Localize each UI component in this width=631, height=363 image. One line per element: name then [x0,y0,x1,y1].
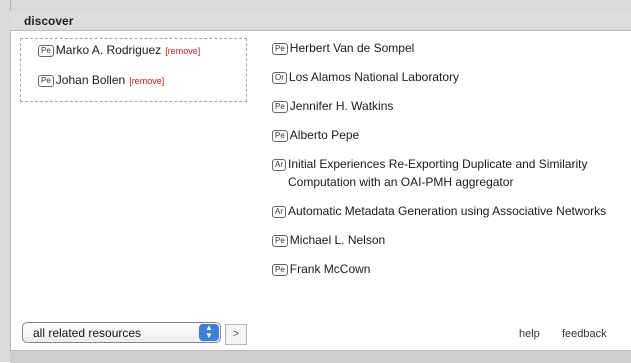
list-item[interactable]: Pe Herbert Van de Sompel [272,39,622,57]
footer-strip [10,350,631,363]
feedback-link[interactable]: feedback [562,328,607,340]
selected-item-label[interactable]: Johan Bollen [56,73,125,87]
panel-title: discover [24,14,74,28]
list-item[interactable]: Pe Michael L. Nelson [272,231,622,249]
list-item[interactable]: Pe Frank McCown [272,260,622,278]
selected-resources-box: Pe Marko A. Rodriguez [remove] Pe Johan Bol… [20,38,247,102]
go-button[interactable]: > [225,324,247,345]
filter-selected-value: all related resources [33,326,142,340]
help-link[interactable]: help [519,328,540,340]
selected-item: Pe Marko A. Rodriguez [remove] [38,41,200,60]
left-sidebar-strip [0,0,11,362]
list-item[interactable]: Ar Automatic Metadata Generation using As… [272,202,622,220]
list-item[interactable]: Or Los Alamos National Laboratory [272,68,622,86]
list-item[interactable]: Pe Alberto Pepe [272,126,622,144]
person-type-icon: Pe [272,130,288,142]
resource-label[interactable]: Automatic Metadata Generation using Asso… [288,202,622,220]
resource-label[interactable]: Los Alamos National Laboratory [289,68,622,86]
organization-type-icon: Or [272,72,287,84]
list-item[interactable]: Pe Jennifer H. Watkins [272,97,622,115]
resource-label[interactable]: Michael L. Nelson [290,231,622,249]
person-type-icon: Pe [38,74,54,87]
related-resources-list: Pe Herbert Van de Sompel Or Los Alamos Nat… [272,39,622,289]
person-type-icon: Pe [272,264,288,276]
bottom-toolbar: all related resources ▲ ▼ > help feedback [10,320,631,350]
resource-label[interactable]: Jennifer H. Watkins [290,97,622,115]
selected-item-label[interactable]: Marko A. Rodriguez [56,43,161,57]
person-type-icon: Pe [272,235,288,247]
resource-filter-select[interactable]: all related resources ▲ ▼ [22,322,221,343]
article-type-icon: Ar [272,159,286,171]
panel-titlebar: discover [10,11,631,31]
person-type-icon: Pe [272,43,288,55]
resource-label[interactable]: Frank McCown [290,260,622,278]
selected-item: Pe Johan Bollen [remove] [38,71,164,90]
person-type-icon: Pe [38,44,54,57]
remove-link[interactable]: [remove] [129,76,164,86]
list-item[interactable]: Ar Initial Experiences Re-Exporting Dupli… [272,155,622,191]
resource-label[interactable]: Alberto Pepe [290,126,622,144]
resource-label[interactable]: Herbert Van de Sompel [290,39,622,57]
person-type-icon: Pe [272,101,288,113]
resource-label[interactable]: Initial Experiences Re-Exporting Duplica… [288,155,622,191]
remove-link[interactable]: [remove] [165,46,200,56]
article-type-icon: Ar [272,206,286,218]
updown-arrows-icon: ▲ ▼ [199,324,219,341]
